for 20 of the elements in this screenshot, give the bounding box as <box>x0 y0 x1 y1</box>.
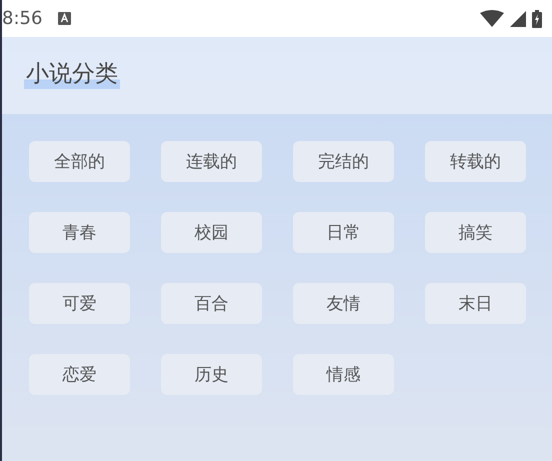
category-button[interactable]: 全部的 <box>29 141 130 182</box>
category-button[interactable]: 情感 <box>293 354 394 395</box>
category-button[interactable]: 校园 <box>161 212 262 253</box>
category-button[interactable]: 搞笑 <box>425 212 526 253</box>
category-button[interactable]: 青春 <box>29 212 130 253</box>
category-button[interactable]: 恋爱 <box>29 354 130 395</box>
signal-icon <box>510 10 526 26</box>
category-button[interactable]: 百合 <box>161 283 262 324</box>
keyboard-notification-icon <box>58 12 72 25</box>
category-button[interactable]: 友情 <box>293 283 394 324</box>
category-button[interactable]: 连载的 <box>161 141 262 182</box>
category-button[interactable]: 日常 <box>293 212 394 253</box>
category-button[interactable]: 末日 <box>425 283 526 324</box>
category-button[interactable]: 完结的 <box>293 141 394 182</box>
wifi-icon <box>480 10 504 27</box>
category-button[interactable]: 历史 <box>161 354 262 395</box>
battery-icon <box>532 10 542 28</box>
category-button[interactable]: 可爱 <box>29 283 130 324</box>
category-button[interactable]: 转载的 <box>425 141 526 182</box>
status-time: 8:56 <box>2 8 42 29</box>
